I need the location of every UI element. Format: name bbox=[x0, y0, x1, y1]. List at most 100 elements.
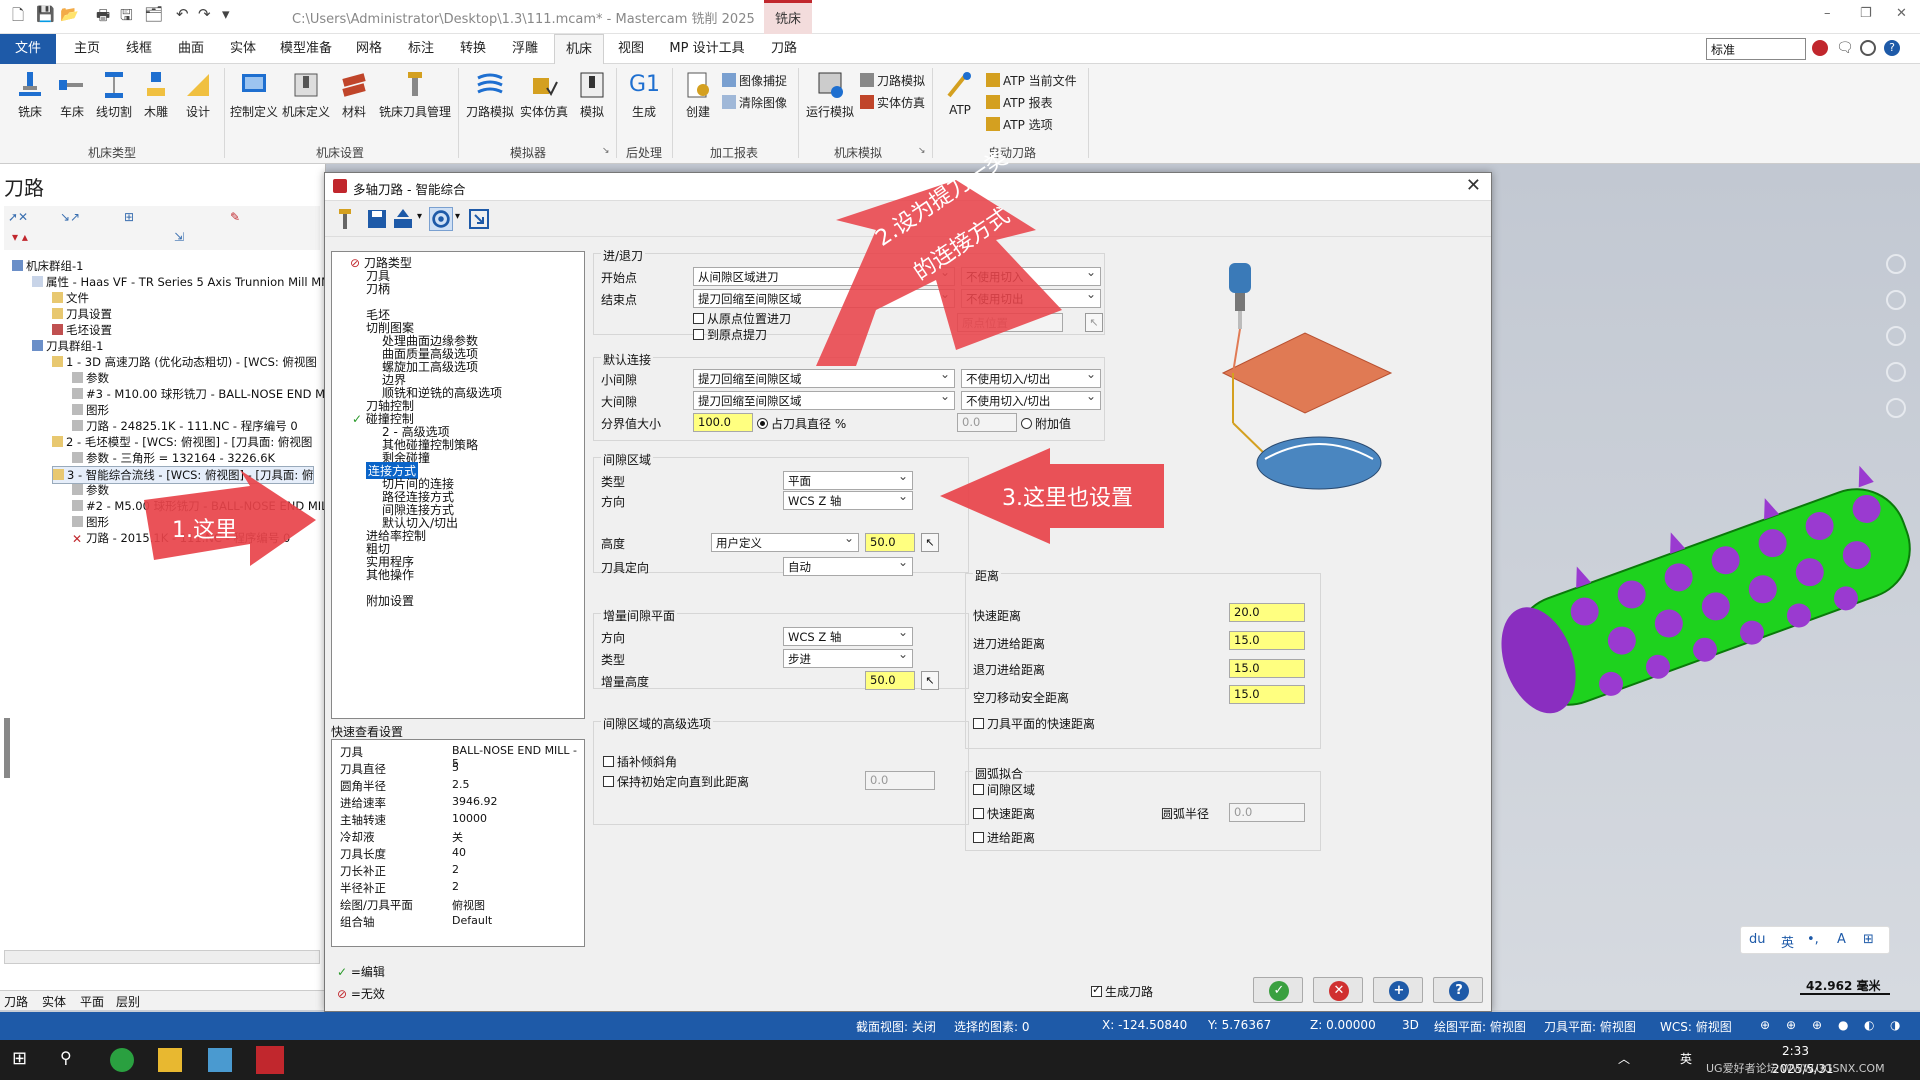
app-icon[interactable] bbox=[208, 1048, 232, 1072]
view-cube-icon[interactable] bbox=[1886, 254, 1906, 274]
tree-item[interactable]: 刀路 - 24825.1K - 111.NC - 程序编号 0 bbox=[72, 418, 298, 434]
verify-icon[interactable]: ✎ bbox=[230, 210, 240, 224]
plane-rapid-checkbox[interactable]: 刀具平面的快速距离 bbox=[973, 715, 1095, 732]
safe-distance-input[interactable]: 15.0 bbox=[1229, 685, 1305, 704]
tree-item[interactable]: 文件 bbox=[52, 290, 89, 306]
tab-model-prep[interactable]: 模型准备 bbox=[274, 34, 338, 64]
lang-indicator[interactable]: 英 bbox=[1680, 1050, 1692, 1067]
browser-icon[interactable] bbox=[110, 1048, 134, 1072]
select-all-icon[interactable]: ➚✕ bbox=[8, 210, 28, 224]
tab-machine[interactable]: 机床 bbox=[554, 34, 604, 64]
from-origin-checkbox[interactable]: 从原点位置进刀 bbox=[693, 310, 791, 327]
backplot-button[interactable]: 刀路模拟 bbox=[464, 70, 516, 120]
pct-tool-diameter-radio[interactable]: 占刀具直径 % bbox=[757, 415, 846, 432]
clearance-dir-dropdown[interactable]: WCS Z 轴 bbox=[783, 491, 913, 510]
tab-solids-manager[interactable]: 实体 bbox=[42, 993, 66, 1010]
mill-button[interactable]: 铣床 bbox=[10, 70, 50, 120]
zoom-icon[interactable] bbox=[1886, 326, 1906, 346]
origin-pick-button[interactable]: ↖ bbox=[1085, 313, 1103, 332]
redo-icon[interactable]: ↷ bbox=[198, 5, 211, 23]
feed-in-input[interactable]: 15.0 bbox=[1229, 631, 1305, 650]
pan-icon[interactable] bbox=[1886, 398, 1906, 418]
properties-icon[interactable]: 🗂 bbox=[144, 5, 163, 23]
rotate-icon[interactable] bbox=[1886, 290, 1906, 310]
add-value-input[interactable]: 0.0 bbox=[957, 413, 1017, 432]
wire-button[interactable]: 线切割 bbox=[94, 70, 134, 120]
arc-clearance-checkbox[interactable]: 间隙区域 bbox=[973, 781, 1035, 798]
ok-button[interactable]: ✓ bbox=[1253, 977, 1303, 1003]
lathe-button[interactable]: 车床 bbox=[52, 70, 92, 120]
tab-dimension[interactable]: 标注 bbox=[400, 34, 442, 64]
ime-punct-icon[interactable]: •, bbox=[1807, 932, 1819, 947]
dialog-launcher-icon[interactable]: ↘ bbox=[602, 146, 610, 156]
small-gap-lead-dropdown[interactable]: 不使用切入/切出 bbox=[961, 369, 1101, 388]
large-gap-lead-dropdown[interactable]: 不使用切入/切出 bbox=[961, 391, 1101, 410]
search-icon[interactable]: ⚲ bbox=[60, 1048, 84, 1072]
tab-mesh[interactable]: 网格 bbox=[348, 34, 390, 64]
tab-planes-manager[interactable]: 平面 bbox=[80, 993, 104, 1010]
globe-icon[interactable]: ⊕ bbox=[1760, 1018, 1770, 1032]
inc-height-pick-button[interactable]: ↖ bbox=[921, 671, 939, 690]
nav-additional[interactable]: 附加设置 bbox=[366, 592, 414, 609]
atp-report-button[interactable]: ATP 报表 bbox=[986, 94, 1053, 111]
router-button[interactable]: 木雕 bbox=[136, 70, 176, 120]
atp-options-button[interactable]: ATP 选项 bbox=[986, 116, 1053, 133]
horizontal-scrollbar[interactable] bbox=[4, 950, 320, 964]
tool-icon[interactable] bbox=[333, 207, 357, 231]
clock-time[interactable]: 2:33 bbox=[1782, 1044, 1809, 1058]
globe-icon[interactable]: ⊕ bbox=[1812, 1018, 1822, 1032]
tab-toolpaths-manager[interactable]: 刀路 bbox=[4, 993, 28, 1010]
view-options-icon[interactable] bbox=[429, 207, 453, 231]
customize-icon[interactable]: ▾ bbox=[222, 5, 230, 23]
tree-item[interactable]: 刀具群组-1 bbox=[32, 338, 103, 354]
ime-skin-icon[interactable]: A bbox=[1837, 932, 1846, 947]
generate-toolpath-checkbox[interactable]: 生成刀路 bbox=[1091, 983, 1153, 1000]
tree-item[interactable]: #3 - M10.00 球形铣刀 - BALL-NOSE END MILL bbox=[72, 386, 341, 402]
wireframe-icon[interactable]: ◐ bbox=[1864, 1018, 1874, 1032]
boundary-size-input[interactable]: 100.0 bbox=[693, 413, 753, 432]
arc-radius-input[interactable]: 0.0 bbox=[1229, 803, 1305, 822]
ime-lang-toggle[interactable]: 英 bbox=[1781, 932, 1794, 951]
mastercam-taskbar-icon[interactable] bbox=[256, 1046, 284, 1074]
draw-plane-status[interactable]: 绘图平面: 俯视图 bbox=[1434, 1018, 1526, 1035]
vertical-scrollbar[interactable] bbox=[4, 718, 10, 778]
inc-height-input[interactable]: 50.0 bbox=[865, 671, 915, 690]
clearance-height-mode-dropdown[interactable]: 用户定义 bbox=[711, 533, 859, 552]
close-button[interactable]: ✕ bbox=[1896, 6, 1907, 21]
arc-feed-checkbox[interactable]: 进给距离 bbox=[973, 829, 1035, 846]
large-gap-dropdown[interactable]: 提刀回缩至间隙区域 bbox=[693, 391, 955, 410]
tab-solids[interactable]: 实体 bbox=[222, 34, 264, 64]
small-gap-dropdown[interactable]: 提刀回缩至间隙区域 bbox=[693, 369, 955, 388]
cancel-button[interactable]: ✕ bbox=[1313, 977, 1363, 1003]
minimize-button[interactable]: – bbox=[1824, 6, 1831, 21]
print-icon[interactable]: 🖶 bbox=[96, 5, 110, 30]
tilt-checkbox[interactable]: 插补倾斜角 bbox=[603, 753, 677, 770]
tool-orient-dropdown[interactable]: 自动 bbox=[783, 557, 913, 576]
keep-orient-checkbox[interactable]: 保持初始定向直到此距离 bbox=[603, 773, 749, 790]
tree-item[interactable]: 机床群组-1 bbox=[12, 258, 83, 274]
tab-levels-manager[interactable]: 层别 bbox=[116, 993, 140, 1010]
tab-wireframe[interactable]: 线框 bbox=[118, 34, 160, 64]
minimize-dialog-icon[interactable] bbox=[467, 207, 491, 231]
tree-item[interactable]: 图形 bbox=[72, 514, 109, 530]
design-button[interactable]: 设计 bbox=[178, 70, 218, 120]
nav-holder[interactable]: 刀柄 bbox=[366, 280, 390, 297]
tree-item[interactable]: 图形 bbox=[72, 402, 109, 418]
clearance-height-input[interactable]: 50.0 bbox=[865, 533, 915, 552]
section-view-status[interactable]: 截面视图: 关闭 bbox=[856, 1018, 936, 1035]
tab-mp-design[interactable]: MP 设计工具 bbox=[664, 34, 750, 64]
shading-icon[interactable]: ● bbox=[1838, 1018, 1848, 1032]
to-origin-checkbox[interactable]: 到原点提刀 bbox=[693, 326, 767, 343]
tab-surfaces[interactable]: 曲面 bbox=[170, 34, 212, 64]
image-capture-button[interactable]: 图像捕捉 bbox=[722, 72, 787, 89]
insert-arrow-icon[interactable]: ⇲ bbox=[174, 230, 184, 244]
file-explorer-icon[interactable] bbox=[158, 1048, 182, 1072]
restore-button[interactable]: ❐ bbox=[1860, 6, 1872, 21]
select-toolpath-icon[interactable]: ↘↗ bbox=[60, 210, 80, 224]
export-dropdown-icon[interactable]: ▾ bbox=[417, 211, 422, 222]
machine-backplot-button[interactable]: 刀路模拟 bbox=[860, 72, 925, 89]
tree-item[interactable]: 刀具设置 bbox=[52, 306, 112, 322]
tool-manager-button[interactable]: 铣床刀具管理 bbox=[378, 70, 452, 120]
start-icon[interactable]: ⊞ bbox=[12, 1048, 36, 1072]
help-icon[interactable]: ? bbox=[1884, 40, 1900, 56]
